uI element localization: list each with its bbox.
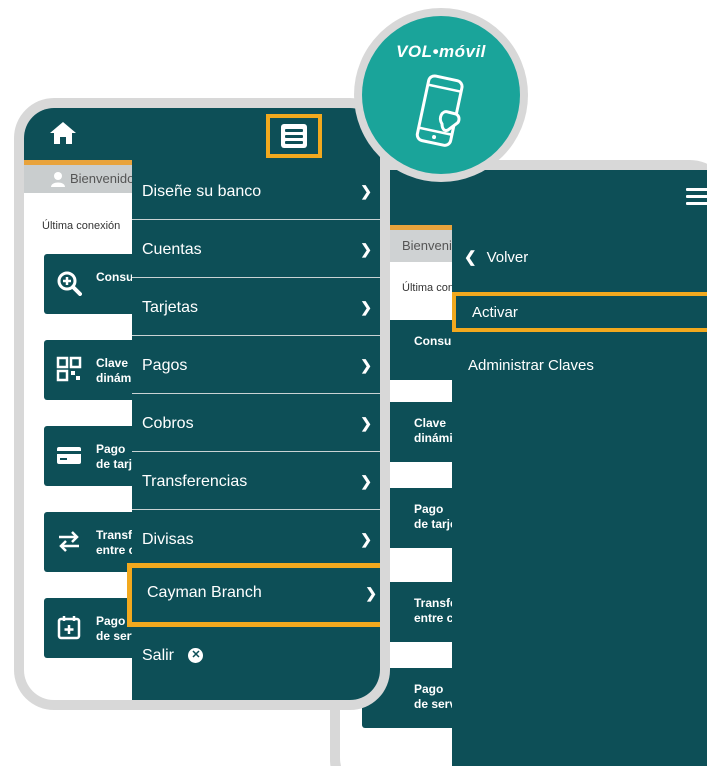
badge-circle: VOL•móvil: [362, 16, 520, 174]
chevron-right-icon: ❯: [360, 473, 372, 489]
badge-brand: VOL•móvil: [396, 42, 486, 61]
menu-item-cuentas[interactable]: Cuentas ❯: [132, 221, 380, 278]
phone-screen-left: Bienvenido Última conexión Consultas Cla…: [24, 108, 380, 700]
menu-item-disene-su-banco[interactable]: Diseñe su banco ❯: [132, 163, 380, 220]
transfer-arrows-icon: [59, 531, 79, 552]
last-connection-label: Última conexión: [42, 220, 121, 232]
chevron-right-icon: ❯: [360, 183, 372, 199]
submenu-panel: ❮ Volver Activar Administrar Claves: [452, 170, 707, 766]
menu-item-cayman-branch[interactable]: Cayman Branch ❯: [127, 563, 380, 627]
menu-item-label: Cayman Branch: [147, 584, 262, 601]
hamburger-menu-icon: [281, 124, 307, 148]
menu-item-pagos[interactable]: Pagos ❯: [132, 337, 380, 394]
menu-item-label: Diseñe su banco: [142, 183, 262, 200]
main-menu-panel: Diseñe su banco ❯ Cuentas ❯ Tarjetas ❯ P…: [127, 145, 380, 700]
chevron-right-icon: ❯: [360, 415, 372, 431]
credit-card-icon: [57, 447, 81, 464]
magnifier-plus-icon: [57, 271, 82, 296]
qr-code-icon: [56, 356, 82, 382]
back-button[interactable]: ❮ Volver: [452, 238, 707, 278]
phone-screen-right: Bienvenido Última conexión Consultas Cla…: [340, 170, 707, 766]
menu-item-label: Pagos: [142, 357, 188, 374]
menu-item-divisas[interactable]: Divisas ❯: [132, 511, 380, 568]
vol-movil-badge: VOL•móvil: [354, 8, 528, 182]
chevron-right-icon: ❯: [360, 531, 372, 547]
menu-item-label: Tarjetas: [142, 299, 199, 316]
menu-item-label: Salir: [142, 647, 175, 664]
menu-item-tarjetas[interactable]: Tarjetas ❯: [132, 279, 380, 336]
home-icon[interactable]: [48, 120, 78, 146]
chevron-right-icon: ❯: [365, 585, 377, 601]
menu-item-label: Cuentas: [142, 241, 202, 258]
menu-item-label: Transferencias: [142, 473, 248, 490]
chevron-right-icon: ❯: [360, 357, 372, 373]
calendar-plus-icon: [57, 616, 81, 640]
menu-item-transferencias[interactable]: Transferencias ❯: [132, 453, 380, 510]
mobile-phone-icon: [415, 74, 464, 147]
submenu-item-administrar-claves[interactable]: Administrar Claves: [452, 346, 707, 386]
phone-mockup-left: Bienvenido Última conexión Consultas Cla…: [14, 98, 390, 710]
menu-item-salir[interactable]: Salir ✕: [132, 627, 380, 684]
hamburger-menu-button[interactable]: [266, 114, 322, 158]
hamburger-menu-icon[interactable]: [686, 188, 707, 206]
menu-item-label: Cobros: [142, 415, 194, 432]
user-icon: [51, 172, 65, 187]
chevron-right-icon: ❯: [360, 241, 372, 257]
chevron-left-icon: ❮: [464, 249, 477, 266]
menu-item-label: Divisas: [142, 531, 194, 548]
close-circle-icon: ✕: [188, 648, 204, 664]
submenu-item-activar[interactable]: Activar: [452, 292, 707, 332]
menu-item-cobros[interactable]: Cobros ❯: [132, 395, 380, 452]
chevron-right-icon: ❯: [360, 299, 372, 315]
back-label: Volver: [486, 249, 529, 266]
